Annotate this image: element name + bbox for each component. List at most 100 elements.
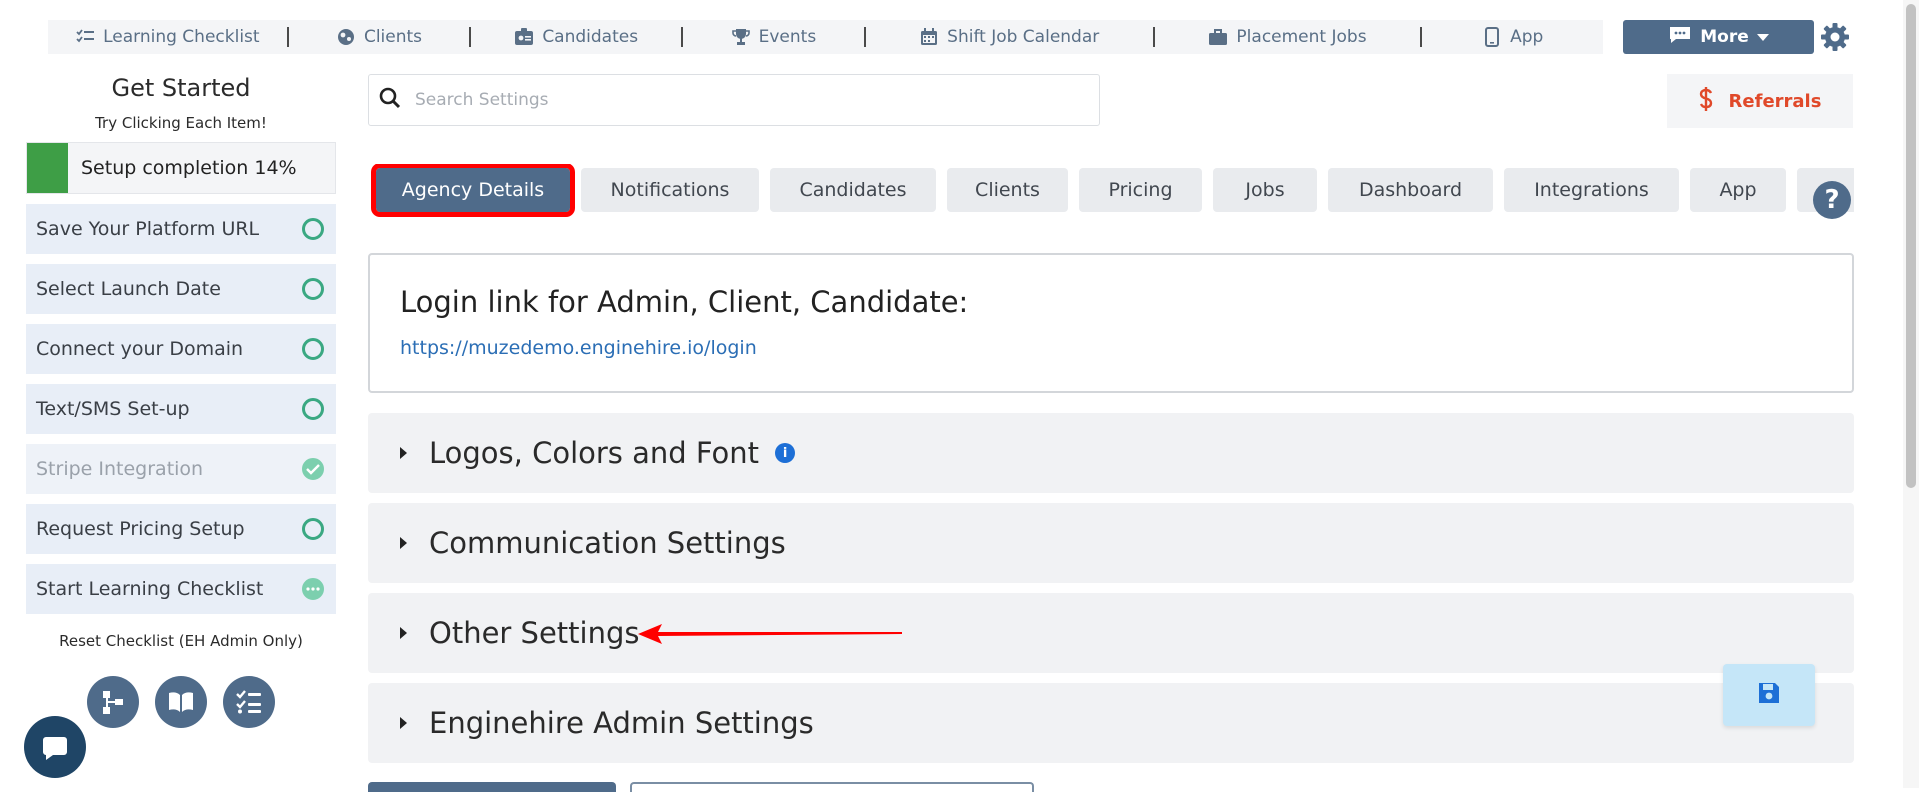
nav-clients[interactable]: Clients [289,20,470,54]
briefcase-icon [1208,27,1228,47]
nav-shift-job-calendar[interactable]: Shift Job Calendar [866,20,1153,54]
more-label: More [1700,27,1749,47]
tab-pricing[interactable]: Pricing [1079,168,1202,212]
checklist-icon [75,27,95,47]
progress-label: Setup completion 14% [81,157,297,179]
red-annotation-arrow-icon [638,622,902,650]
sidebar-title: Get Started [111,74,251,102]
calendar-icon [919,27,939,47]
referrals-button[interactable]: Referrals [1667,74,1853,128]
circle-icon [302,398,324,420]
checklist-item-sms[interactable]: Text/SMS Set-up [26,384,336,434]
save-button[interactable] [1723,664,1815,726]
mobile-icon [1482,27,1502,47]
section-communication-settings[interactable]: Communication Settings [368,503,1854,583]
tab-clients[interactable]: Clients [947,168,1068,212]
checklist-item-label: Save Your Platform URL [36,218,260,240]
tab-dashboard[interactable]: Dashboard [1328,168,1493,212]
nav-label: Placement Jobs [1236,27,1367,47]
section-label: Other Settings [429,616,640,650]
caret-right-icon [400,627,407,639]
search-icon [379,87,401,113]
nav-label: Events [758,27,817,47]
tab-label: Dashboard [1358,179,1463,201]
bottom-secondary-button[interactable] [630,782,1034,792]
tab-label: Pricing [1108,179,1173,201]
nav-app[interactable]: App [1422,20,1603,54]
info-icon[interactable]: i [775,443,796,463]
referrals-label: Referrals [1728,90,1822,112]
trophy-icon [731,27,751,47]
checklist-item-label: Text/SMS Set-up [36,398,190,420]
search-settings[interactable] [368,74,1100,126]
login-url-link[interactable]: https://muzedemo.enginehire.io/login [400,337,1822,359]
nav-label: Clients [363,27,423,47]
tab-jobs[interactable]: Jobs [1213,168,1317,212]
id-badge-icon [514,27,534,47]
get-started-sidebar: Get Started Try Clicking Each Item! Setu… [26,70,336,728]
section-logos-colors-font[interactable]: Logos, Colors and Font i [368,413,1854,493]
checklist-item-stripe[interactable]: Stripe Integration [26,444,336,494]
checklist-item-label: Select Launch Date [36,278,221,300]
ellipsis-circle-icon [302,578,324,600]
login-link-card: Login link for Admin, Client, Candidate:… [368,253,1854,393]
tab-label: Notifications [610,179,730,201]
progress-fill [27,143,68,193]
nav-candidates[interactable]: Candidates [471,20,681,54]
nav-events[interactable]: Events [683,20,864,54]
nav-label: Candidates [542,27,639,47]
chat-bubble-icon[interactable] [24,716,86,778]
book-icon[interactable] [155,676,207,728]
tab-label: Jobs [1245,179,1285,201]
chat-icon [1668,26,1692,49]
floppy-disk-icon [1757,681,1781,709]
tab-label: Clients [975,179,1040,201]
checklist-item-label: Request Pricing Setup [36,518,245,540]
setup-progress: Setup completion 14% [26,142,336,194]
more-button[interactable]: More [1623,20,1814,54]
tab-agency-details[interactable]: Agency Details [371,164,575,217]
checklist-item-label: Start Learning Checklist [36,578,264,600]
checklist-item-domain[interactable]: Connect your Domain [26,324,336,374]
sitemap-icon[interactable] [87,676,139,728]
login-card-title: Login link for Admin, Client, Candidate: [400,285,969,319]
checklist-item-label: Stripe Integration [36,458,204,480]
section-label: Enginehire Admin Settings [429,706,814,740]
nav-label: Learning Checklist [103,27,260,47]
check-circle-icon [302,458,324,480]
circle-icon [302,518,324,540]
tasks-icon[interactable] [223,676,275,728]
circle-icon [302,218,324,240]
section-label: Logos, Colors and Font [429,436,760,470]
checklist-item-label: Connect your Domain [36,338,244,360]
tab-app[interactable]: App [1690,168,1786,212]
help-icon[interactable]: ? [1813,181,1851,219]
tab-candidates[interactable]: Candidates [770,168,936,212]
nav-label: Shift Job Calendar [947,27,1100,47]
tab-label: App [1719,179,1757,201]
section-label: Communication Settings [429,526,786,560]
tab-label: Integrations [1534,179,1649,201]
tab-label: Agency Details [401,179,545,201]
bottom-primary-button[interactable] [368,782,616,792]
dollar-icon [1699,86,1713,116]
search-input[interactable] [413,89,1057,111]
gear-icon[interactable] [1820,22,1850,52]
section-other-settings[interactable]: Other Settings [368,593,1854,673]
checklist-item-launch-date[interactable]: Select Launch Date [26,264,336,314]
circle-icon [302,338,324,360]
tab-integrations[interactable]: Integrations [1504,168,1679,212]
tab-notifications[interactable]: Notifications [581,168,759,212]
checklist-item-pricing[interactable]: Request Pricing Setup [26,504,336,554]
checklist-item-learning[interactable]: Start Learning Checklist [26,564,336,614]
top-nav: Learning Checklist Clients Candidates Ev… [48,20,1603,54]
caret-down-icon [1756,27,1769,47]
section-enginehire-admin-settings[interactable]: Enginehire Admin Settings [368,683,1854,763]
caret-right-icon [400,537,407,549]
circle-icon [302,278,324,300]
nav-learning-checklist[interactable]: Learning Checklist [48,20,287,54]
scrollbar-thumb[interactable] [1906,4,1916,488]
reset-checklist-link[interactable]: Reset Checklist (EH Admin Only) [26,632,336,650]
nav-placement-jobs[interactable]: Placement Jobs [1155,20,1421,54]
checklist-item-platform-url[interactable]: Save Your Platform URL [26,204,336,254]
